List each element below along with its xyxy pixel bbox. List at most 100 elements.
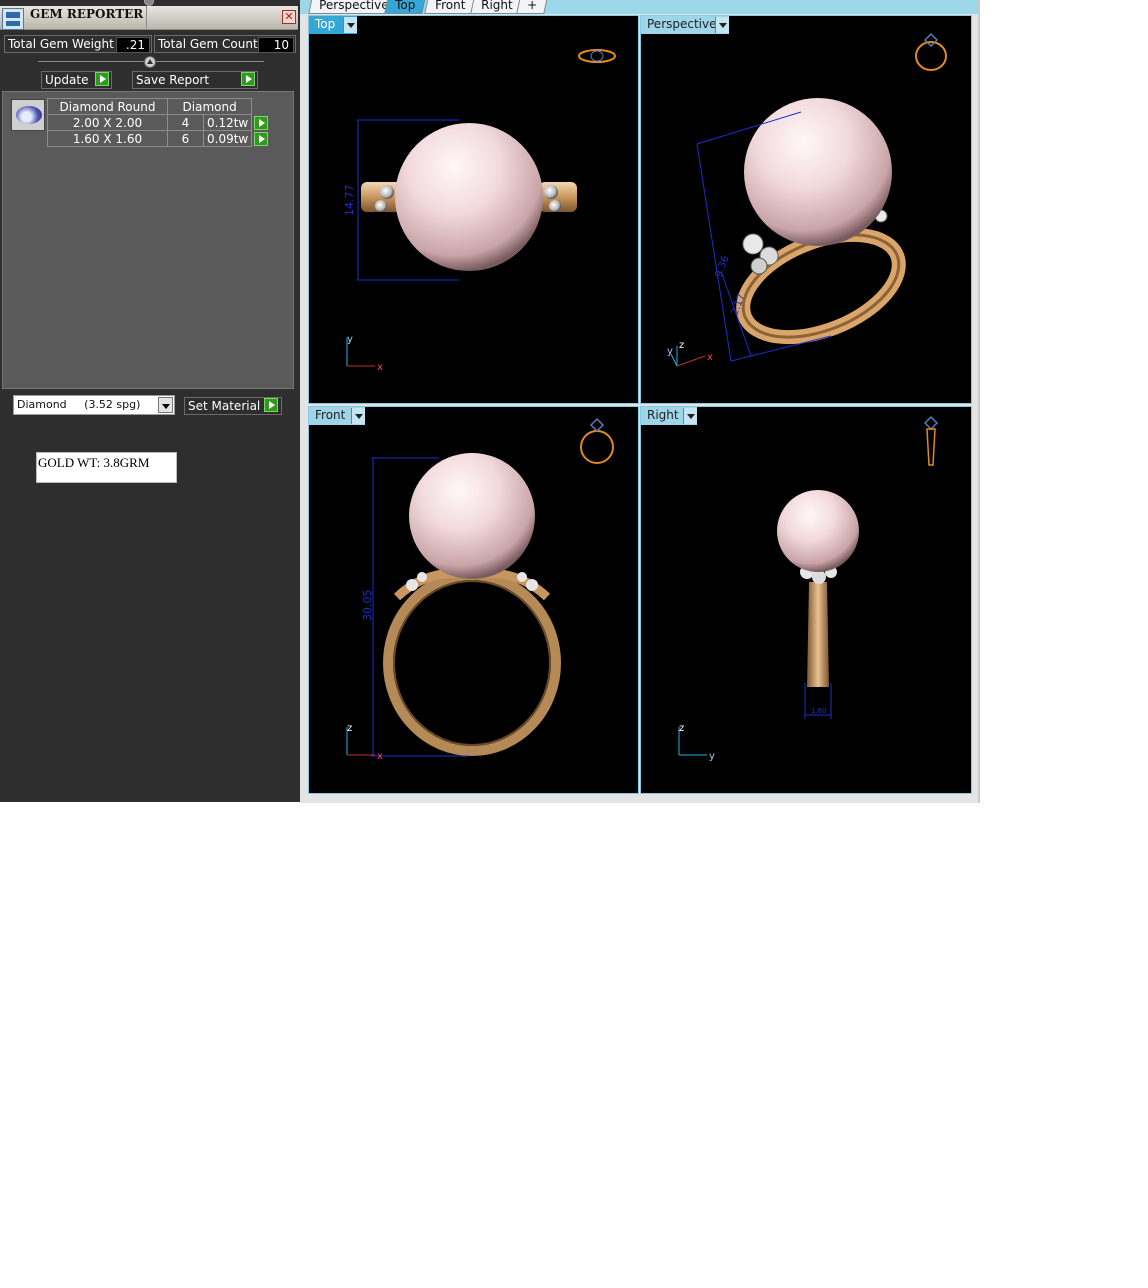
side-diamond (750, 257, 768, 275)
gem-table-header: Diamond Round Diamond (47, 98, 270, 115)
material-select-value: Diamond (3.52 spg) (17, 398, 141, 411)
ring-shank (807, 582, 829, 687)
close-icon[interactable]: ✕ (282, 10, 296, 24)
total-weight-label: Total Gem Weight (8, 37, 114, 51)
viewport-front-header[interactable]: Front (309, 407, 365, 425)
top-view-render: 14.77 y x (343, 49, 616, 373)
app-icon (2, 8, 24, 30)
side-diamond (549, 200, 561, 212)
total-count-label: Total Gem Count (158, 37, 258, 51)
ring-band-edge (393, 580, 551, 746)
axis-indicator: y z x (667, 340, 713, 367)
row-play-arrow-icon[interactable] (254, 131, 269, 146)
row-action-cell (252, 131, 270, 147)
add-tab-button[interactable]: + (516, 0, 548, 14)
gem-table-header-type: Diamond (166, 98, 253, 115)
total-count-value: 10 (258, 37, 294, 53)
gem-report-area: Diamond Round Diamond 2.00 X 2.00 4 0.12… (2, 91, 294, 389)
dropdown-arrow-icon[interactable] (158, 397, 173, 413)
collapse-arrow-icon[interactable] (144, 56, 156, 68)
viewport-perspective-header[interactable]: Perspective (641, 16, 729, 34)
update-play-arrow-icon[interactable] (95, 72, 109, 86)
tab-label: Perspective (319, 0, 389, 12)
viewport-perspective[interactable]: 2.17 9.36 y z x Perspective (640, 15, 972, 404)
dimension-label: 30.05 (361, 590, 374, 622)
side-diamond (812, 570, 826, 584)
save-report-play-arrow-icon[interactable] (241, 72, 255, 86)
side-diamond (544, 185, 558, 199)
pearl (744, 98, 892, 246)
update-button-label: Update (45, 73, 89, 87)
gem-weight: 0.09tw (202, 130, 253, 147)
axis-label: x (377, 751, 383, 762)
tab-label: Front (435, 0, 466, 12)
axis-indicator: z x (346, 723, 383, 762)
side-diamond (417, 572, 427, 582)
viewport-right[interactable]: 1.80 z y Right (640, 406, 972, 794)
titlebar-divider (146, 6, 147, 30)
front-view-render: 30.05 z x (346, 417, 614, 762)
side-diamond (526, 579, 538, 591)
pearl (409, 453, 535, 579)
dropdown-arrow-icon[interactable] (715, 17, 729, 33)
gold-weight-note: GOLD WT: 3.8GRM (36, 452, 177, 483)
perspective-view-render: 2.17 9.36 y z x (667, 32, 947, 367)
set-material-play-arrow-icon[interactable] (264, 398, 278, 412)
tab-label: Right (481, 0, 513, 12)
row-play-arrow-icon[interactable] (254, 115, 269, 130)
side-diamond (375, 200, 387, 212)
viewport-label: Perspective (647, 17, 717, 31)
panel-title: GEM REPORTER (30, 7, 144, 21)
viewport-top[interactable]: 14.77 y x Top (308, 15, 639, 404)
side-diamond (406, 579, 418, 591)
material-select[interactable]: Diamond (3.52 spg) (13, 395, 175, 415)
table-row: 1.60 X 1.60 6 0.09tw (47, 130, 270, 147)
viewport-label: Right (647, 408, 679, 422)
gem-count: 6 (167, 130, 204, 147)
tab-right[interactable]: Right (470, 0, 524, 14)
viewport-label: Top (315, 17, 336, 31)
gem-table: Diamond Round Diamond 2.00 X 2.00 4 0.12… (47, 98, 270, 147)
gem-size: 1.60 X 1.60 (47, 130, 168, 147)
axis-label: z (679, 723, 684, 734)
set-material-label: Set Material (188, 399, 261, 413)
side-diamond (742, 233, 764, 255)
table-row: 2.00 X 2.00 4 0.12tw (47, 114, 270, 131)
panel-titlebar[interactable]: GEM REPORTER ✕ (0, 6, 298, 30)
right-view-render: 1.80 z y (678, 415, 939, 762)
side-diamond (517, 572, 527, 582)
dimension-label: 9.36 (713, 254, 731, 279)
tab-front[interactable]: Front (424, 0, 477, 14)
gem-reporter-panel: GEM REPORTER ✕ Total Gem Weight .21 Tota… (0, 0, 300, 802)
viewport-front[interactable]: 30.05 z x Front (308, 406, 639, 794)
axis-label: y (709, 751, 715, 762)
dropdown-arrow-icon[interactable] (351, 408, 365, 424)
viewport-top-header[interactable]: Top (309, 16, 357, 34)
total-weight-value: .21 (116, 37, 150, 53)
tab-top[interactable]: Top (384, 0, 427, 14)
dimension-label: 1.80 (811, 707, 827, 715)
row-action-cell (252, 115, 270, 131)
axis-indicator: y x (346, 334, 383, 373)
gem-weight: 0.12tw (202, 114, 253, 131)
axis-indicator: z y (678, 723, 715, 762)
gem-thumbnail-icon (11, 99, 45, 131)
save-report-label: Save Report (136, 73, 210, 87)
tab-label: Top (395, 0, 416, 12)
dropdown-arrow-icon[interactable] (343, 17, 357, 33)
gem-table-header-shape: Diamond Round (47, 98, 168, 115)
viewport-right-header[interactable]: Right (641, 407, 697, 425)
viewport-label: Front (315, 408, 346, 422)
side-diamond (380, 185, 394, 199)
add-tab-icon: + (527, 0, 538, 12)
ring-band (383, 570, 561, 756)
view-tab-bar: Perspective Top Front Right + (300, 0, 978, 14)
gem-count: 4 (167, 114, 204, 131)
ring-preview-icon (915, 32, 947, 71)
dimension-label: 14.77 (343, 185, 356, 217)
pearl (777, 490, 859, 572)
axis-label: y (347, 334, 353, 345)
dropdown-arrow-icon[interactable] (683, 408, 697, 424)
gem-size: 2.00 X 2.00 (47, 114, 168, 131)
axis-label: x (707, 352, 713, 363)
